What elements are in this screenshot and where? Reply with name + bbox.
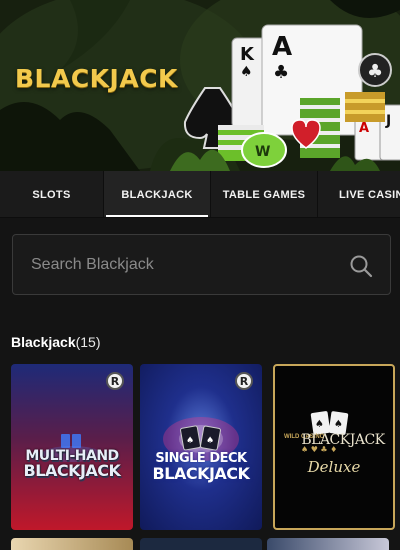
svg-text:♠: ♠ — [206, 436, 214, 446]
category-tabs: SLOTS BLACKJACK TABLE GAMES LIVE CASINO — [0, 171, 400, 218]
tab-live-casino[interactable]: LIVE CASINO — [318, 171, 400, 217]
hero-title: BLACKJACK — [15, 64, 178, 93]
provider-badge-icon: R — [235, 372, 253, 390]
hero-banner: K ♠ A ♣ A J ♣ W BLACKJACK — [0, 0, 400, 171]
section-title-text: Blackjack — [11, 334, 76, 350]
section-count: (15) — [75, 334, 101, 350]
svg-text:W: W — [255, 144, 270, 160]
tab-blackjack[interactable]: BLACKJACK — [104, 171, 211, 217]
svg-text:A: A — [272, 32, 292, 62]
game-title: MULTI-HAND BLACKJACK — [11, 449, 133, 480]
game-title: SINGLE DECK BLACKJACK — [140, 451, 262, 483]
game-title-line2: BLACKJACK — [152, 464, 250, 483]
game-title-line2: BLACKJACK — [23, 461, 121, 480]
tab-slots[interactable]: SLOTS — [0, 171, 104, 217]
search-box — [12, 234, 391, 295]
tab-table-games[interactable]: TABLE GAMES — [211, 171, 318, 217]
game-tile-single-deck-blackjack[interactable]: ♠ ♠ R SINGLE DECK BLACKJACK — [140, 364, 262, 530]
svg-text:♠: ♠ — [186, 436, 194, 446]
game-tile-multi-hand-blackjack[interactable]: R MULTI-HAND BLACKJACK — [11, 364, 133, 530]
game-subtitle: Deluxe — [307, 458, 361, 476]
provider-badge-icon: R — [106, 372, 124, 390]
game-tile-partial[interactable] — [11, 538, 133, 550]
game-tile-partial[interactable] — [267, 538, 389, 550]
svg-text:J: J — [385, 113, 391, 129]
svg-text:♠: ♠ — [334, 419, 343, 430]
svg-text:K: K — [240, 44, 255, 65]
svg-text:A: A — [359, 121, 369, 136]
search-input[interactable] — [31, 235, 341, 294]
svg-text:♣: ♣ — [367, 61, 383, 82]
svg-text:♠: ♠ — [240, 64, 253, 80]
game-tile-partial[interactable] — [140, 538, 262, 550]
search-icon[interactable] — [349, 254, 373, 278]
section-title: Blackjack(15) — [11, 334, 101, 350]
game-tile-blackjack-deluxe[interactable]: ♠ ♠ ♠ ♥ ♣ ♦ WILD CASINO BLACKJACK Deluxe — [273, 364, 395, 530]
svg-text:♣: ♣ — [273, 62, 289, 83]
svg-text:♠: ♠ — [315, 419, 324, 430]
game-title: BLACKJACK — [301, 432, 385, 448]
